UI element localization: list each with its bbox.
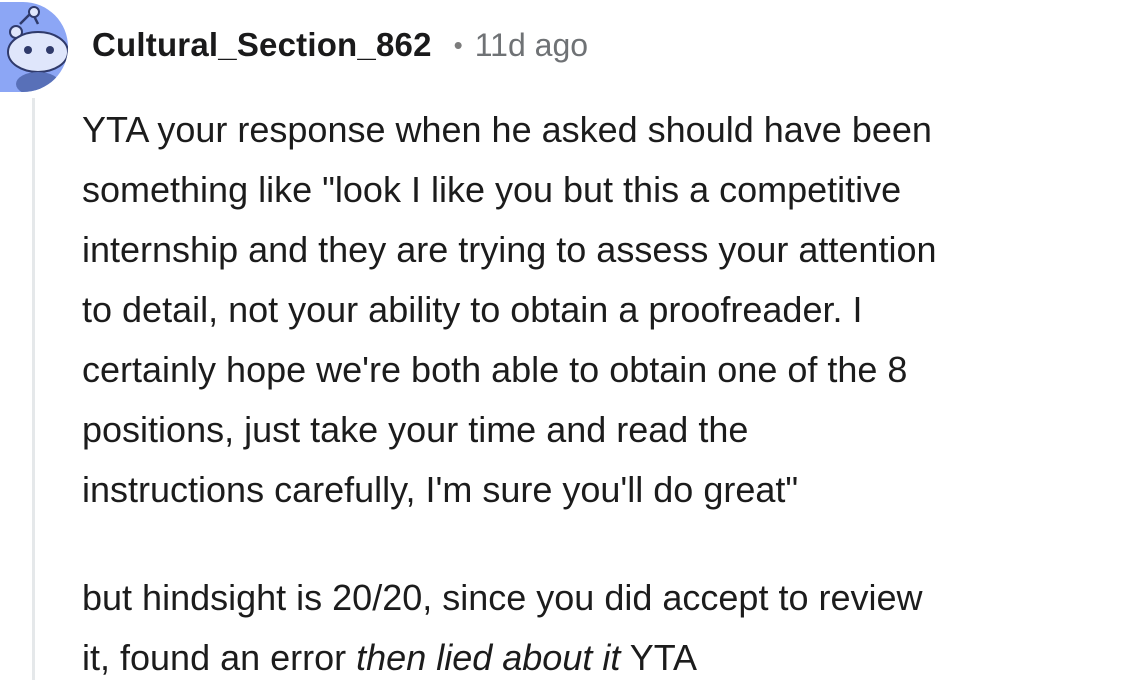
comment-header: Cultural_Section_862 • 11d ago [92, 22, 588, 68]
comment-line: YTA your response when he asked should h… [82, 109, 932, 150]
username-link[interactable]: Cultural_Section_862 [92, 26, 432, 64]
comment-line: internship and they are trying to assess… [82, 229, 937, 270]
comment-line: to detail, not your ability to obtain a … [82, 289, 863, 330]
comment-paragraph-2: but hindsight is 20/20, since you did ac… [82, 568, 1130, 688]
comment-line: something like "look I like you but this… [82, 169, 902, 210]
comment-line: certainly hope we're both able to obtain… [82, 349, 908, 390]
comment-line-mixed: it, found an error then lied about it YT… [82, 628, 1130, 688]
comment-line: instructions carefully, I'm sure you'll … [82, 469, 799, 510]
comment-line: but hindsight is 20/20, since you did ac… [82, 577, 923, 618]
avatar[interactable] [0, 2, 68, 92]
comment-paragraph-1: YTA your response when he asked should h… [82, 100, 1130, 520]
thread-line[interactable] [32, 98, 35, 680]
comment-text: YTA [620, 637, 698, 678]
timestamp[interactable]: 11d ago [475, 27, 588, 64]
comment-line: positions, just take your time and read … [82, 409, 749, 450]
comment-text: it, found an error [82, 637, 357, 678]
separator-dot: • [453, 30, 463, 60]
comment-body: YTA your response when he asked should h… [82, 100, 1130, 688]
comment-italic-text: then lied about it [356, 637, 621, 678]
reddit-snoo-avatar-icon [0, 2, 68, 92]
